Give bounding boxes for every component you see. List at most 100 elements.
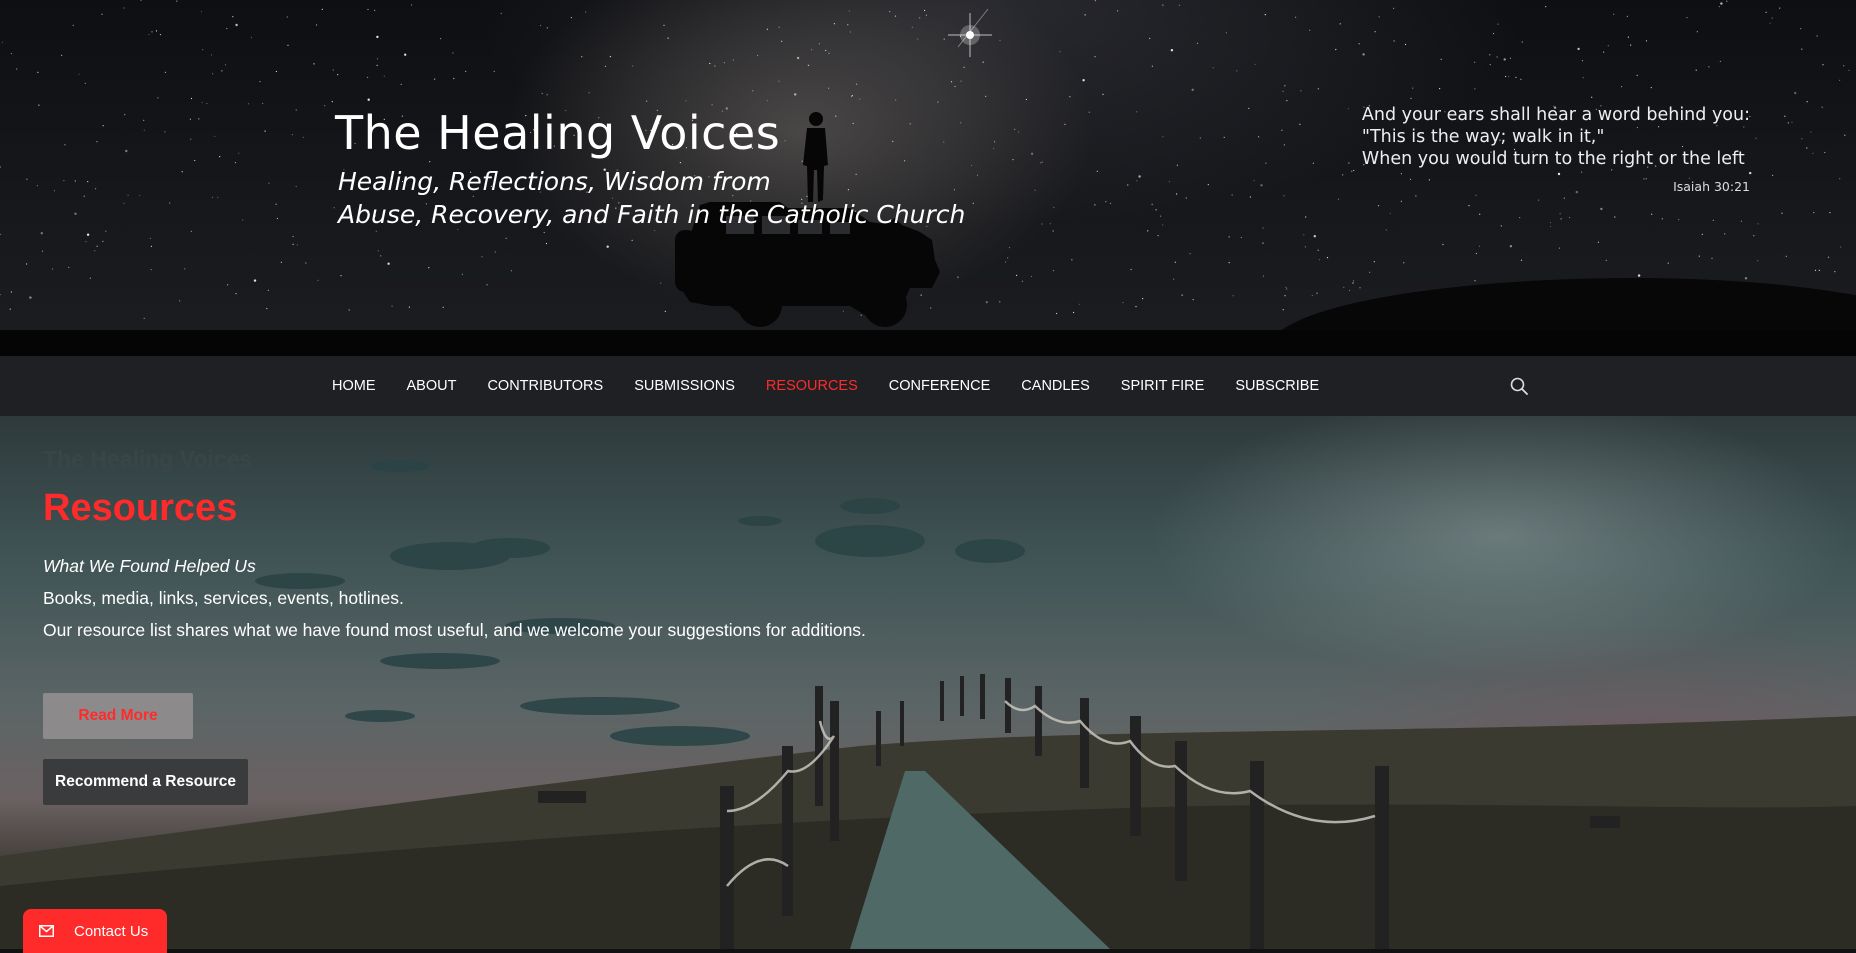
star (331, 101, 333, 103)
star (1174, 261, 1176, 263)
nav-item-submissions[interactable]: SUBMISSIONS (634, 378, 735, 394)
star (1400, 200, 1402, 202)
star (1812, 152, 1814, 154)
star (1178, 4, 1181, 6)
tagline-line-1: Healing, Reflections, Wisdom from (338, 167, 771, 196)
star (1039, 162, 1042, 164)
star (280, 261, 282, 263)
star (87, 181, 89, 183)
star (911, 26, 913, 28)
star (276, 217, 278, 220)
star (1034, 189, 1036, 191)
star (41, 250, 44, 252)
star (1474, 280, 1476, 282)
star (1223, 136, 1225, 138)
star (452, 52, 454, 54)
star (442, 306, 444, 308)
star (1409, 178, 1412, 180)
star (74, 212, 77, 215)
star (1352, 280, 1355, 282)
star (1557, 172, 1561, 176)
nav-item-subscribe[interactable]: SUBSCRIBE (1235, 378, 1319, 394)
star (1117, 10, 1119, 12)
star (1228, 262, 1230, 264)
star (1282, 90, 1284, 92)
nav-item-home[interactable]: HOME (332, 378, 376, 394)
star (61, 54, 63, 56)
star (1772, 174, 1774, 176)
contact-us-button[interactable]: Contact Us (23, 909, 167, 953)
contact-us-label: Contact Us (74, 922, 149, 940)
star (1162, 136, 1164, 138)
star (1816, 35, 1818, 37)
star (26, 263, 28, 265)
nav-item-conference[interactable]: CONFERENCE (889, 378, 991, 394)
star (894, 15, 897, 17)
star (1749, 171, 1752, 175)
star (1650, 87, 1652, 89)
star (1428, 179, 1430, 181)
star (210, 54, 213, 56)
star (1843, 65, 1845, 67)
site-title[interactable]: The Healing Voices (335, 106, 780, 160)
search-icon[interactable] (1509, 376, 1529, 396)
star (212, 73, 214, 75)
star (1064, 123, 1066, 125)
nav-item-resources[interactable]: RESOURCES (766, 378, 858, 394)
star (1757, 223, 1759, 225)
star (588, 92, 590, 94)
hero-section (0, 416, 1856, 949)
star (1614, 216, 1616, 218)
star (1127, 184, 1129, 186)
star (238, 152, 240, 154)
star (1781, 212, 1783, 214)
star (105, 230, 107, 232)
star (1581, 60, 1584, 62)
star (1105, 201, 1107, 203)
star (1285, 286, 1287, 288)
star (1696, 31, 1698, 33)
envelope-icon (39, 925, 54, 937)
star (295, 109, 297, 111)
star (545, 242, 548, 245)
nav-item-about[interactable]: ABOUT (407, 378, 457, 394)
star (1784, 115, 1786, 117)
star (1136, 180, 1138, 182)
star (1348, 162, 1350, 164)
nav-item-spirit-fire[interactable]: SPIRIT FIRE (1121, 378, 1205, 394)
star (367, 8, 369, 11)
star (181, 171, 183, 173)
star (89, 277, 91, 279)
star (604, 65, 607, 67)
star (1316, 292, 1318, 294)
star (321, 8, 323, 10)
star (486, 284, 488, 286)
star (1053, 206, 1055, 208)
star (333, 207, 335, 209)
star (1078, 303, 1080, 305)
star (1757, 260, 1759, 262)
star (1082, 79, 1085, 82)
star (1794, 91, 1797, 95)
nav-item-candles[interactable]: CANDLES (1021, 378, 1090, 394)
star (1779, 7, 1781, 9)
star (150, 245, 152, 247)
star (1613, 13, 1615, 15)
star (1400, 173, 1402, 175)
recommend-resource-button[interactable]: Recommend a Resource (43, 759, 248, 805)
star (96, 245, 98, 247)
star (1822, 64, 1824, 66)
star (242, 219, 244, 221)
star (1155, 209, 1157, 211)
read-more-button[interactable]: Read More (43, 693, 193, 739)
star (1135, 306, 1137, 308)
star (1661, 218, 1663, 220)
verse-line-1: And your ears shall hear a word behind y… (1361, 105, 1750, 125)
star (1508, 76, 1510, 78)
star (818, 43, 820, 45)
nav-item-contributors[interactable]: CONTRIBUTORS (487, 378, 603, 394)
star (546, 94, 548, 96)
star (461, 273, 463, 275)
star (1110, 202, 1112, 204)
star (1342, 174, 1344, 176)
